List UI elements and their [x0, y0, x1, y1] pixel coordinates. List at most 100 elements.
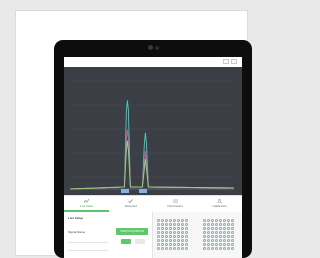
well-dot[interactable]	[185, 227, 188, 230]
well-dot[interactable]	[203, 219, 206, 222]
well-dot[interactable]	[177, 235, 180, 238]
well-grid-left[interactable]	[157, 219, 188, 250]
well-dot[interactable]	[157, 235, 160, 238]
well-dot[interactable]	[215, 227, 218, 230]
well-dot[interactable]	[207, 239, 210, 242]
close-button[interactable]	[231, 59, 237, 64]
well-dot[interactable]	[165, 223, 168, 226]
well-dot[interactable]	[161, 235, 164, 238]
well-dot[interactable]	[215, 243, 218, 246]
well-dot[interactable]	[207, 223, 210, 226]
well-dot[interactable]	[203, 239, 206, 242]
well-dot[interactable]	[157, 227, 160, 230]
well-dot[interactable]	[169, 247, 172, 250]
well-dot[interactable]	[177, 243, 180, 246]
well-dot[interactable]	[215, 239, 218, 242]
tab-detected[interactable]: Detected	[109, 196, 154, 212]
well-dot[interactable]	[177, 247, 180, 250]
well-dot[interactable]	[181, 247, 184, 250]
well-dot[interactable]	[169, 219, 172, 222]
well-dot[interactable]	[207, 227, 210, 230]
well-dot[interactable]	[169, 227, 172, 230]
well-dot[interactable]	[203, 247, 206, 250]
well-dot[interactable]	[169, 239, 172, 242]
well-dot[interactable]	[181, 235, 184, 238]
well-dot[interactable]	[165, 243, 168, 246]
well-dot[interactable]	[227, 227, 230, 230]
well-dot[interactable]	[161, 243, 164, 246]
well-dot[interactable]	[157, 223, 160, 226]
well-dot[interactable]	[223, 243, 226, 246]
well-dot[interactable]	[223, 239, 226, 242]
well-dot[interactable]	[181, 219, 184, 222]
well-dot[interactable]	[181, 227, 184, 230]
well-dot[interactable]	[169, 223, 172, 226]
tab-parameters[interactable]: Parameters	[153, 196, 198, 212]
tab-live-data[interactable]: Live Data	[64, 196, 109, 212]
well-dot[interactable]	[227, 235, 230, 238]
well-dot[interactable]	[215, 231, 218, 234]
well-dot[interactable]	[231, 227, 234, 230]
well-dot[interactable]	[223, 227, 226, 230]
well-dot[interactable]	[227, 247, 230, 250]
well-dot[interactable]	[165, 227, 168, 230]
well-dot[interactable]	[169, 243, 172, 246]
well-dot[interactable]	[223, 219, 226, 222]
well-dot[interactable]	[177, 227, 180, 230]
well-dot[interactable]	[181, 223, 184, 226]
well-dot[interactable]	[223, 247, 226, 250]
well-dot[interactable]	[211, 227, 214, 230]
start-acquisition-button[interactable]: START ACQUISITION	[116, 228, 148, 235]
well-dot[interactable]	[173, 239, 176, 242]
well-dot[interactable]	[161, 239, 164, 242]
well-dot[interactable]	[173, 227, 176, 230]
well-dot[interactable]	[211, 235, 214, 238]
well-dot[interactable]	[157, 247, 160, 250]
well-dot[interactable]	[165, 235, 168, 238]
minimize-button[interactable]	[223, 59, 229, 64]
well-dot[interactable]	[161, 227, 164, 230]
well-dot[interactable]	[219, 231, 222, 234]
well-dot[interactable]	[211, 219, 214, 222]
well-dot[interactable]	[173, 219, 176, 222]
well-dot[interactable]	[215, 219, 218, 222]
well-dot[interactable]	[173, 247, 176, 250]
well-dot[interactable]	[211, 243, 214, 246]
well-dot[interactable]	[211, 247, 214, 250]
well-dot[interactable]	[207, 219, 210, 222]
well-dot[interactable]	[231, 219, 234, 222]
well-grid-right[interactable]	[203, 219, 234, 250]
toggle-on-button[interactable]	[121, 239, 131, 244]
well-dot[interactable]	[223, 223, 226, 226]
well-dot[interactable]	[157, 219, 160, 222]
well-dot[interactable]	[227, 243, 230, 246]
well-dot[interactable]	[219, 223, 222, 226]
well-dot[interactable]	[219, 235, 222, 238]
well-dot[interactable]	[219, 243, 222, 246]
well-dot[interactable]	[165, 219, 168, 222]
well-dot[interactable]	[203, 243, 206, 246]
well-dot[interactable]	[211, 231, 214, 234]
well-dot[interactable]	[227, 219, 230, 222]
well-dot[interactable]	[203, 231, 206, 234]
well-dot[interactable]	[211, 223, 214, 226]
well-dot[interactable]	[207, 231, 210, 234]
well-dot[interactable]	[227, 223, 230, 226]
well-dot[interactable]	[165, 239, 168, 242]
well-dot[interactable]	[231, 243, 234, 246]
well-dot[interactable]	[181, 243, 184, 246]
well-dot[interactable]	[157, 231, 160, 234]
well-dot[interactable]	[161, 231, 164, 234]
well-dot[interactable]	[185, 239, 188, 242]
well-dot[interactable]	[177, 219, 180, 222]
well-dot[interactable]	[161, 219, 164, 222]
well-dot[interactable]	[185, 247, 188, 250]
well-dot[interactable]	[207, 235, 210, 238]
well-dot[interactable]	[173, 223, 176, 226]
well-dot[interactable]	[203, 223, 206, 226]
well-dot[interactable]	[215, 247, 218, 250]
well-dot[interactable]	[231, 235, 234, 238]
well-dot[interactable]	[227, 231, 230, 234]
well-dot[interactable]	[185, 243, 188, 246]
well-dot[interactable]	[161, 223, 164, 226]
